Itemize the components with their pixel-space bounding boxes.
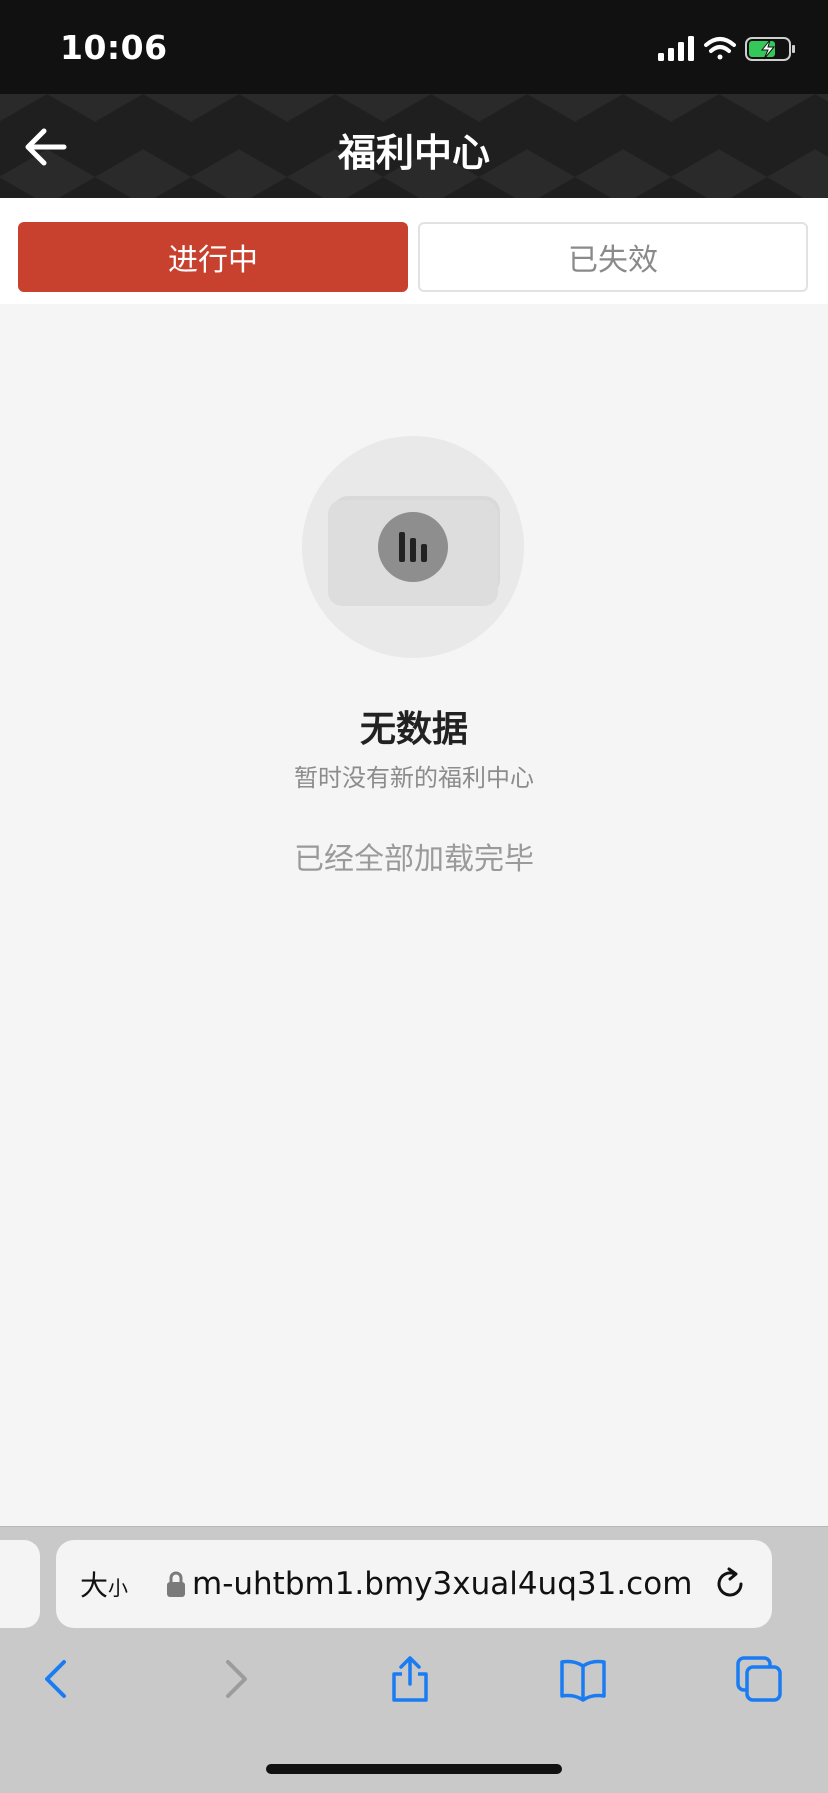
battery-charging-icon	[745, 37, 795, 61]
text-size-large-label: 大	[80, 1569, 109, 1602]
browser-forward-button[interactable]	[210, 1654, 260, 1704]
share-icon	[392, 1656, 428, 1702]
tabs-button[interactable]	[734, 1654, 784, 1704]
tab-expired[interactable]: 已失效	[418, 222, 808, 292]
page-title: 福利中心	[337, 131, 490, 175]
text-size-button[interactable]: 大小	[80, 1540, 128, 1628]
reload-icon[interactable]	[712, 1566, 748, 1602]
previous-tab-preview[interactable]	[0, 1540, 40, 1628]
home-indicator	[266, 1764, 562, 1774]
wifi-icon	[704, 37, 736, 60]
share-button[interactable]	[385, 1654, 435, 1704]
url-text: m-uhtbm1.bmy3xual4uq31.com	[192, 1566, 693, 1602]
status-time: 10:06	[60, 28, 168, 67]
status-icons	[658, 34, 798, 64]
tabs-icon	[736, 1656, 782, 1702]
tab-bar: 进行中 已失效	[0, 198, 828, 304]
bookmarks-button[interactable]	[558, 1654, 608, 1704]
lock-icon	[167, 1571, 185, 1597]
chevron-right-icon	[226, 1660, 247, 1698]
text-size-small-label: 小	[108, 1575, 129, 1600]
status-bar: 10:06	[0, 0, 828, 94]
book-icon	[560, 1659, 606, 1702]
cellular-signal-icon	[658, 36, 694, 61]
browser-back-button[interactable]	[32, 1654, 82, 1704]
chevron-left-icon	[45, 1660, 66, 1698]
address-bar[interactable]: 大小 m-uhtbm1.bmy3xual4uq31.com	[56, 1540, 772, 1628]
empty-state-description: 暂时没有新的福利中心	[294, 764, 534, 792]
empty-state-title: 无数据	[359, 709, 468, 750]
nav-bar: 福利中心	[0, 94, 828, 198]
load-complete-text: 已经全部加载完毕	[294, 842, 534, 877]
tab-in-progress[interactable]: 进行中	[18, 222, 408, 292]
empty-state-illustration	[302, 436, 524, 658]
chart-bars-icon	[378, 512, 448, 582]
